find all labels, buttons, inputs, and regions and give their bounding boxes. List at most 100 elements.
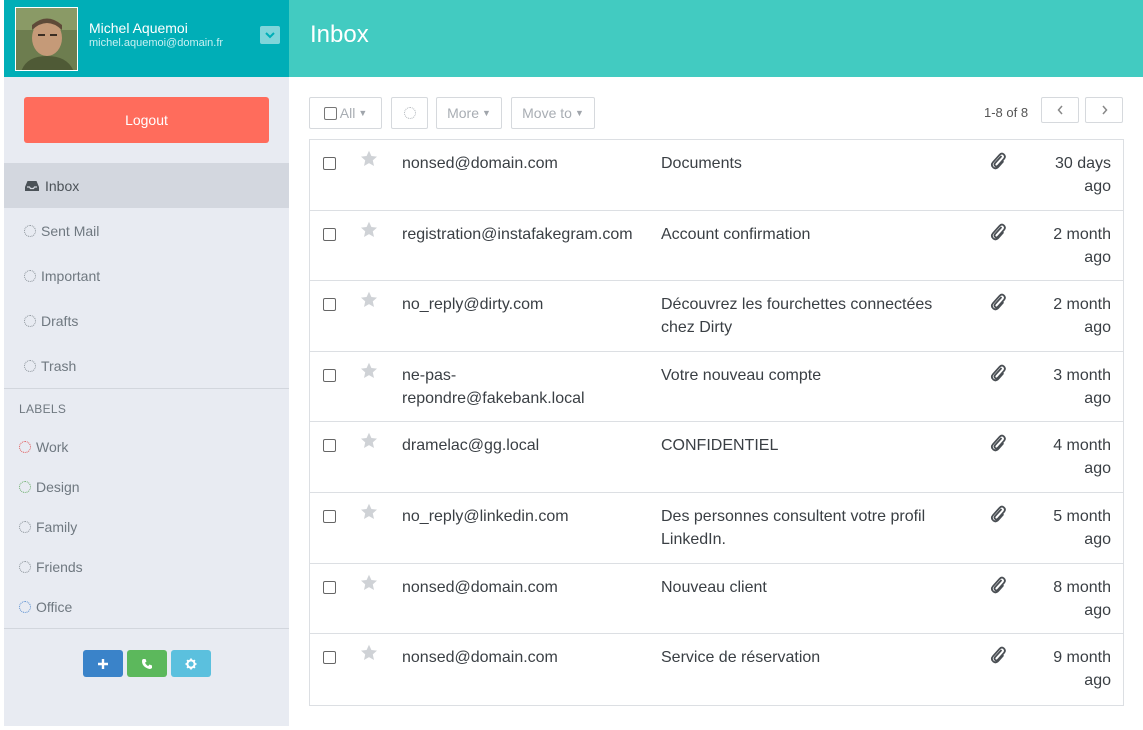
select-all-dropdown[interactable]: All ▼ [309, 97, 382, 129]
more-dropdown[interactable]: More ▼ [436, 97, 502, 129]
nav-item-important[interactable]: Important [4, 253, 289, 298]
row-checkbox[interactable] [323, 509, 336, 523]
circle-icon [24, 359, 36, 372]
mail-row[interactable]: dramelac@gg.local CONFIDENTIEL 4 month a… [310, 422, 1123, 493]
select-all-checkbox[interactable] [323, 106, 337, 120]
mail-nav: Inbox Sent Mail Important Drafts Trash [4, 163, 289, 388]
label-circle-icon [19, 601, 31, 613]
compose-button[interactable] [83, 650, 123, 677]
sidebar-actions [83, 650, 211, 677]
mail-row[interactable]: no_reply@dirty.com Découvrez les fourche… [310, 281, 1123, 352]
label-text: Family [36, 519, 78, 535]
row-subject: Service de réservation [661, 649, 821, 667]
row-date: 3 month ago [1053, 366, 1111, 407]
row-date: 4 month ago [1053, 437, 1111, 478]
row-checkbox[interactable] [323, 439, 336, 453]
row-checkbox[interactable] [323, 157, 336, 170]
row-checkbox[interactable] [323, 227, 336, 241]
phone-icon [142, 658, 152, 669]
row-date: 9 month ago [1053, 649, 1111, 690]
chevron-down-icon: ▼ [481, 108, 491, 118]
row-sender: nonsed@domain.com [402, 649, 558, 667]
user-name: Michel Aquemoi [89, 20, 188, 36]
mail-row[interactable]: registration@instafakegram.com Account c… [310, 211, 1123, 282]
label-item-family[interactable]: Family [4, 507, 289, 547]
star-icon[interactable] [360, 503, 378, 525]
star-icon[interactable] [360, 150, 378, 172]
nav-item-sent-mail[interactable]: Sent Mail [4, 208, 289, 253]
row-sender: ne-pas-repondre@fakebank.local [402, 366, 585, 407]
main-header: Inbox [289, 0, 1143, 77]
row-checkbox[interactable] [323, 651, 336, 665]
row-checkbox[interactable] [323, 368, 336, 382]
nav-item-drafts[interactable]: Drafts [4, 298, 289, 343]
label-circle-icon [19, 521, 31, 533]
row-subject: Account confirmation [661, 225, 811, 243]
label-item-work[interactable]: Work [4, 427, 289, 467]
page-title: Inbox [310, 21, 369, 48]
paperclip-icon [990, 223, 1006, 246]
star-icon[interactable] [360, 432, 378, 454]
row-date: 8 month ago [1053, 578, 1111, 619]
row-subject: Nouveau client [661, 578, 767, 596]
paperclip-icon [990, 434, 1006, 457]
row-sender: dramelac@gg.local [402, 437, 540, 455]
paperclip-icon [990, 576, 1006, 599]
call-button[interactable] [127, 650, 167, 677]
row-checkbox[interactable] [323, 298, 336, 312]
pager-next-button[interactable] [1085, 97, 1123, 123]
move-to-dropdown[interactable]: Move to ▼ [511, 97, 595, 129]
chevron-down-icon: ▼ [358, 108, 368, 118]
star-icon[interactable] [360, 574, 378, 596]
user-header: Michel Aquemoi michel.aquemoi@domain.fr [4, 0, 289, 77]
select-all-label: All [339, 105, 356, 121]
label-circle-icon [19, 441, 31, 453]
chevron-left-icon [1057, 105, 1063, 115]
settings-button[interactable] [171, 650, 211, 677]
mail-row[interactable]: nonsed@domain.com Documents 30 days ago [310, 140, 1123, 211]
label-text: Work [36, 439, 69, 455]
nav-label: Inbox [45, 177, 80, 194]
label-item-office[interactable]: Office [4, 587, 289, 627]
mail-row[interactable]: no_reply@linkedin.com Des personnes cons… [310, 493, 1123, 564]
row-subject: Documents [661, 155, 742, 172]
label-text: Design [36, 479, 80, 495]
mail-row[interactable]: ne-pas-repondre@fakebank.local Votre nou… [310, 352, 1123, 423]
logout-button[interactable]: Logout [24, 97, 269, 143]
chevron-down-icon [265, 31, 275, 38]
user-menu-toggle[interactable] [260, 26, 280, 44]
star-icon[interactable] [360, 221, 378, 243]
nav-label: Drafts [41, 312, 79, 329]
star-icon[interactable] [360, 644, 378, 666]
row-date: 5 month ago [1053, 507, 1111, 548]
avatar[interactable] [15, 7, 78, 71]
star-icon[interactable] [360, 291, 378, 313]
nav-item-trash[interactable]: Trash [4, 343, 289, 388]
label-item-design[interactable]: Design [4, 467, 289, 507]
label-circle-icon [19, 561, 31, 573]
label-item-friends[interactable]: Friends [4, 547, 289, 587]
mail-row[interactable]: nonsed@domain.com Service de réservation… [310, 634, 1123, 705]
pager-count: 1-8 of 8 [984, 105, 1029, 120]
row-sender: no_reply@dirty.com [402, 296, 544, 314]
row-subject: CONFIDENTIEL [661, 437, 779, 455]
chevron-down-icon: ▼ [574, 108, 584, 118]
nav-item-inbox[interactable]: Inbox [4, 163, 289, 208]
row-checkbox[interactable] [323, 580, 336, 594]
refresh-button[interactable] [391, 97, 428, 129]
paperclip-icon [990, 152, 1006, 175]
row-date: 30 days ago [1054, 155, 1111, 195]
pager-prev-button[interactable] [1041, 97, 1079, 123]
row-sender: registration@instafakegram.com [402, 225, 633, 243]
nav-label: Important [41, 267, 101, 284]
more-label: More [447, 105, 479, 121]
divider [4, 388, 289, 389]
circle-icon [24, 314, 36, 327]
star-icon[interactable] [360, 362, 378, 384]
row-date: 2 month ago [1053, 225, 1111, 266]
row-sender: nonsed@domain.com [402, 578, 558, 596]
mail-row[interactable]: nonsed@domain.com Nouveau client 8 month… [310, 564, 1123, 635]
paperclip-icon [990, 364, 1006, 387]
move-to-label: Move to [522, 105, 572, 121]
gear-icon [185, 658, 197, 669]
